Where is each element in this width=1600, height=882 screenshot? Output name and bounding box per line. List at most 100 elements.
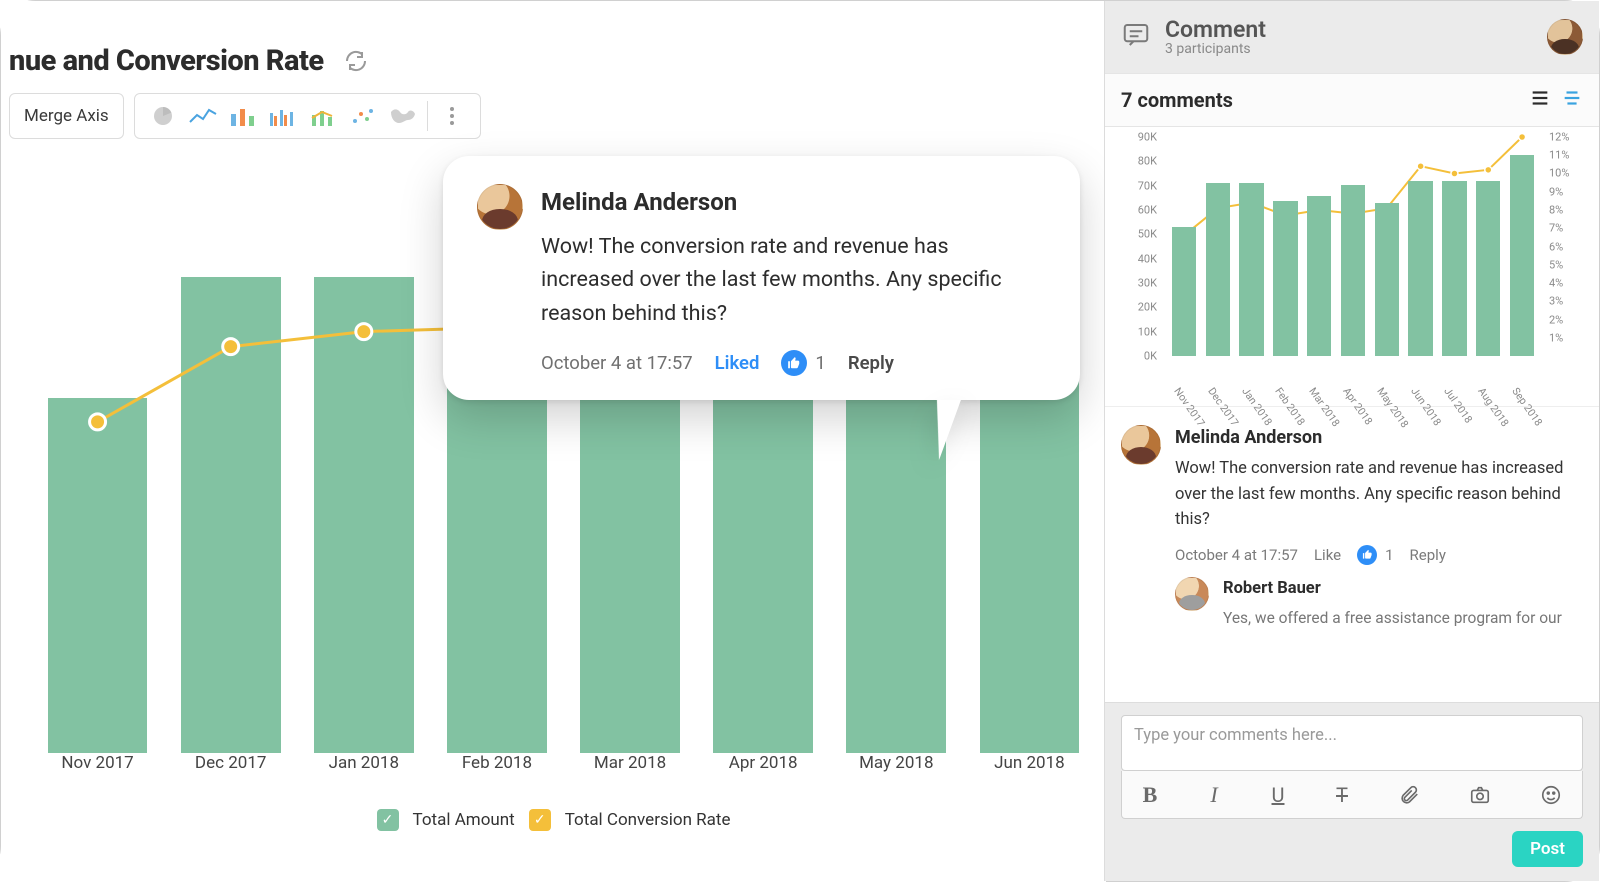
current-user-avatar[interactable]: [1547, 19, 1583, 55]
chart-type-combo-icon[interactable]: [305, 98, 341, 134]
legend-label-conversion: Total Conversion Rate: [565, 810, 731, 830]
chart-type-line-icon[interactable]: [185, 98, 221, 134]
mini-chart-yaxis-left: 0K10K20K30K40K50K60K70K80K90K: [1105, 137, 1163, 356]
mini-ytick-right: 9%: [1549, 185, 1563, 198]
view-align-icon[interactable]: [1561, 87, 1583, 113]
comment-reply-button[interactable]: Reply: [1410, 546, 1446, 564]
legend-swatch-conversion: ✓: [529, 809, 551, 831]
comment-avatar: [1121, 425, 1161, 465]
mini-bar: [1239, 183, 1263, 356]
mini-bar: [1476, 181, 1500, 356]
xaxis-label: May 2018: [830, 753, 963, 793]
refresh-icon[interactable]: [344, 49, 368, 73]
mini-ytick-left: 80K: [1138, 155, 1157, 168]
report-area: nue and Conversion Rate Merge Axis: [1, 1, 1106, 882]
chart-type-scatter-icon[interactable]: [345, 98, 381, 134]
view-list-icon[interactable]: [1529, 87, 1551, 113]
mini-bar: [1172, 227, 1196, 356]
chart-type-pie-icon[interactable]: [145, 98, 181, 134]
comment-item: Melinda Anderson Wow! The conversion rat…: [1121, 425, 1583, 565]
merge-axis-button[interactable]: Merge Axis: [9, 93, 124, 139]
comment-thread: Melinda Anderson Wow! The conversion rat…: [1105, 407, 1599, 702]
emoji-icon[interactable]: [1540, 784, 1562, 806]
report-header: nue and Conversion Rate: [1, 33, 1106, 89]
more-options-icon[interactable]: [434, 98, 470, 134]
reply-author: Robert Bauer: [1223, 579, 1583, 598]
report-title: nue and Conversion Rate: [9, 44, 324, 78]
mini-ytick-left: 30K: [1138, 276, 1157, 289]
comment-panel-header: Comment 3 participants: [1105, 1, 1599, 73]
comment-text: Wow! The conversion rate and revenue has…: [1175, 456, 1583, 533]
reply-avatar: [1175, 577, 1209, 611]
comment-count: 7 comments: [1121, 88, 1519, 112]
xaxis-label: Feb 2018: [430, 753, 563, 793]
popover-author: Melinda Anderson: [541, 188, 1046, 216]
mini-bar: [1273, 201, 1297, 356]
composer-toolbar: B I U T: [1121, 771, 1583, 819]
merge-axis-label: Merge Axis: [24, 106, 109, 126]
comment-author: Melinda Anderson: [1175, 427, 1583, 448]
main-chart-xaxis: Nov 2017Dec 2017Jan 2018Feb 2018Mar 2018…: [31, 753, 1096, 793]
comment-time: October 4 at 17:57: [1175, 546, 1298, 564]
mini-ytick-left: 60K: [1138, 203, 1157, 216]
legend-label-amount: Total Amount: [413, 810, 515, 830]
comment-like-count[interactable]: 1: [1357, 545, 1393, 565]
mini-ytick-left: 70K: [1138, 179, 1157, 192]
mini-bar: [1510, 155, 1534, 356]
strikethrough-icon[interactable]: T: [1334, 783, 1350, 807]
comment-composer: Type your comments here... B I U T Post: [1105, 702, 1599, 881]
bold-icon[interactable]: B: [1142, 782, 1158, 808]
popover-text: Wow! The conversion rate and revenue has…: [541, 230, 1046, 330]
mini-ytick-right: 2%: [1549, 313, 1563, 326]
xaxis-label: Nov 2017: [31, 753, 164, 793]
mini-ytick-left: 0K: [1144, 350, 1157, 363]
mini-ytick-left: 40K: [1138, 252, 1157, 265]
popover-like-count[interactable]: 1: [781, 350, 825, 376]
chart-type-map-icon[interactable]: [385, 98, 421, 134]
xaxis-label: Jun 2018: [963, 753, 1096, 793]
post-button[interactable]: Post: [1512, 831, 1583, 867]
comment-panel-toolbar: 7 comments: [1105, 73, 1599, 127]
mini-ytick-left: 90K: [1138, 131, 1157, 144]
mini-bar: [1206, 183, 1230, 356]
comment-input[interactable]: Type your comments here...: [1121, 715, 1583, 771]
popover-reply-button[interactable]: Reply: [848, 352, 894, 374]
comment-like-button[interactable]: Like: [1314, 546, 1341, 564]
popover-meta: October 4 at 17:57 Liked 1 Reply: [541, 350, 1046, 376]
mini-ytick-right: 4%: [1549, 276, 1563, 289]
comment-panel-subtitle: 3 participants: [1165, 41, 1533, 57]
chart-type-grouped-bar-icon[interactable]: [265, 98, 301, 134]
chart-toolbar: Merge Axis: [9, 93, 481, 139]
mini-bar: [1341, 185, 1365, 356]
chart-type-bar-icon[interactable]: [225, 98, 261, 134]
reply-text: Yes, we offered a free assistance progra…: [1223, 606, 1583, 630]
underline-icon[interactable]: U: [1270, 783, 1286, 807]
comment-like-count-value: 1: [1385, 546, 1393, 564]
camera-icon[interactable]: [1468, 784, 1492, 806]
mini-ytick-right: 5%: [1549, 258, 1563, 271]
mini-ytick-left: 10K: [1138, 325, 1157, 338]
mini-ytick-right: 12%: [1549, 131, 1569, 144]
popover-like-count-value: 1: [815, 352, 825, 374]
mini-ytick-right: 6%: [1549, 240, 1563, 253]
comment-reply-item: Robert Bauer Yes, we offered a free assi…: [1121, 577, 1583, 630]
popover-liked-button[interactable]: Liked: [715, 352, 760, 374]
comment-panel: Comment 3 participants 7 comments 0K 10K 2…: [1104, 1, 1599, 881]
mini-ytick-right: 3%: [1549, 295, 1563, 308]
italic-icon[interactable]: I: [1206, 782, 1222, 808]
attachment-icon[interactable]: [1398, 784, 1420, 806]
toolbar-separator: [427, 101, 428, 131]
mini-chart-plot: [1167, 137, 1539, 356]
mini-ytick-left: 20K: [1138, 301, 1157, 314]
mini-chart[interactable]: 0K10K20K30K40K50K60K70K80K90K 1%2%3%4%5%…: [1105, 127, 1599, 407]
popover-time: October 4 at 17:57: [541, 352, 693, 374]
mini-ytick-left: 50K: [1138, 228, 1157, 241]
xaxis-label: Dec 2017: [164, 753, 297, 793]
mini-ytick-right: 11%: [1549, 149, 1569, 162]
thumb-up-icon: [781, 350, 807, 376]
xaxis-label: Jan 2018: [297, 753, 430, 793]
thumb-up-icon: [1357, 545, 1377, 565]
mini-bar: [1442, 181, 1466, 356]
comment-bubble-icon: [1121, 20, 1151, 54]
mini-bar: [1408, 181, 1432, 356]
